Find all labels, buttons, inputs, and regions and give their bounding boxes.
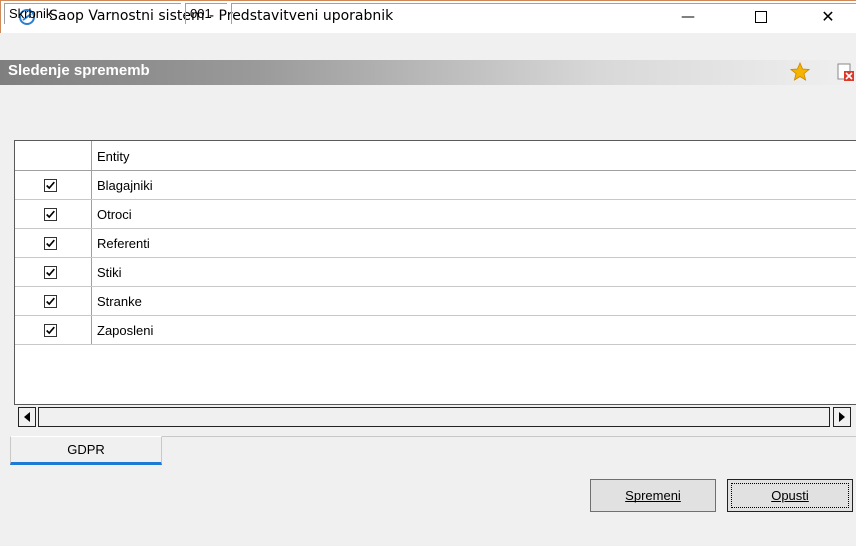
entity-cell: Stranke [97,294,142,309]
star-icon[interactable] [790,62,810,82]
opusti-button-label: Opusti [771,488,809,503]
horizontal-scrollbar[interactable] [16,404,856,428]
status-message [231,3,856,24]
scroll-left-button[interactable] [18,407,36,427]
table-row[interactable]: Referenti [15,229,856,258]
section-title: Sledenje sprememb [8,62,150,79]
status-role: Skrbnik [4,3,181,24]
opusti-button[interactable]: Opusti [727,479,853,512]
status-code: 001 [185,3,227,24]
scrollbar-track[interactable] [38,407,830,427]
entity-cell: Stiki [97,265,122,280]
table-row[interactable]: Stranke [15,287,856,316]
row-checkbox[interactable] [44,179,57,192]
table-row[interactable]: Blagajniki [15,171,856,200]
close-document-icon[interactable] [836,62,856,82]
select-column-header[interactable] [15,141,92,171]
spremeni-button[interactable]: Spremeni [590,479,716,512]
row-checkbox[interactable] [44,266,57,279]
arrow-left-icon [24,412,30,422]
entity-cell: Zaposleni [97,323,154,338]
entity-cell: Blagajniki [97,178,153,193]
check-icon [46,326,55,335]
spremeni-button-label: Spremeni [625,488,681,503]
row-checkbox[interactable] [44,237,57,250]
scroll-right-button[interactable] [833,407,851,427]
check-icon [46,268,55,277]
check-icon [46,239,55,248]
status-bar [0,522,856,546]
tab-strip-line [162,436,856,437]
entity-grid: Entity Blagajniki Otroci Referenti Stiki [14,140,856,405]
tab-gdpr[interactable]: GDPR [10,436,162,465]
check-icon [46,297,55,306]
check-icon [46,181,55,190]
entity-column-header[interactable]: Entity [97,149,130,164]
row-checkbox[interactable] [44,295,57,308]
row-checkbox[interactable] [44,208,57,221]
entity-cell: Otroci [97,207,132,222]
grid-header-row: Entity [15,141,856,171]
arrow-right-icon [839,412,845,422]
check-icon [46,210,55,219]
table-row[interactable]: Zaposleni [15,316,856,345]
row-checkbox[interactable] [44,324,57,337]
entity-cell: Referenti [97,236,150,251]
table-row[interactable]: Stiki [15,258,856,287]
table-row[interactable]: Otroci [15,200,856,229]
